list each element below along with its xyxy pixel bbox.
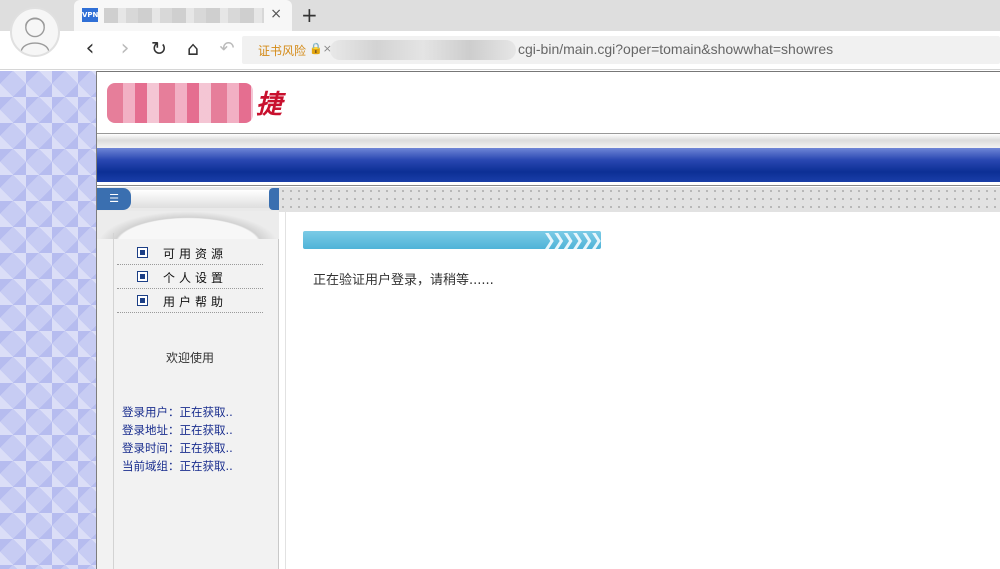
broken-lock-icon: 🔒× bbox=[309, 42, 332, 55]
status-message: 正在验证用户登录，请稍等...... bbox=[313, 273, 494, 288]
info-label: 登录时间： bbox=[122, 441, 180, 455]
info-login-time: 登录时间：正在获取.. bbox=[122, 439, 233, 457]
back-button[interactable]: ‹ bbox=[78, 38, 102, 62]
sidebar-toolbar: ☰ bbox=[97, 187, 279, 211]
progress-arrows-icon: ❯❯❯❯❯❯ bbox=[542, 231, 601, 249]
info-value: 正在获取.. bbox=[179, 405, 233, 419]
forward-button[interactable]: › bbox=[113, 38, 137, 62]
sidebar-menu: 可用资源 个人设置 用户帮助 bbox=[117, 241, 263, 313]
close-tab-icon[interactable]: × bbox=[270, 6, 282, 22]
info-label: 当前域组： bbox=[122, 459, 180, 473]
home-button[interactable]: ⌂ bbox=[181, 38, 205, 62]
logo-text: 捷 bbox=[256, 90, 283, 120]
logo-redacted bbox=[107, 83, 253, 123]
sidebar: 可用资源 个人设置 用户帮助 欢迎使用 登录用户：正在获取.. 登录地址：正在获… bbox=[97, 211, 279, 569]
address-bar[interactable]: 证书风险 🔒× cgi-bin/main.cgi?oper=tomain&sho… bbox=[242, 36, 1000, 64]
content-top-strip bbox=[279, 187, 1000, 212]
menu-item-user-help[interactable]: 用户帮助 bbox=[117, 289, 263, 313]
menu-item-personal-settings[interactable]: 个人设置 bbox=[117, 265, 263, 289]
tab-bar: VPN × + bbox=[0, 0, 1000, 31]
url-text[interactable]: cgi-bin/main.cgi?oper=tomain&showwhat=sh… bbox=[518, 41, 833, 57]
undo-button[interactable]: ↶ bbox=[215, 38, 239, 62]
profile-avatar[interactable] bbox=[10, 7, 60, 57]
square-bullet-icon bbox=[137, 271, 148, 282]
info-login-user: 登录用户：正在获取.. bbox=[122, 403, 233, 421]
sidebar-toggle-icon[interactable]: ☰ bbox=[97, 188, 131, 210]
menu-item-label: 个人设置 bbox=[163, 271, 228, 285]
info-value: 正在获取.. bbox=[179, 459, 233, 473]
menu-item-label: 可用资源 bbox=[163, 247, 228, 261]
navigation-bar: ‹ › ↻ ⌂ ↶ 证书风险 🔒× cgi-bin/main.cgi?oper=… bbox=[0, 31, 1000, 70]
user-avatar-icon bbox=[20, 17, 50, 52]
new-tab-button[interactable]: + bbox=[301, 3, 318, 27]
header-divider bbox=[97, 133, 1000, 148]
blue-banner bbox=[97, 148, 1000, 182]
square-bullet-icon bbox=[137, 295, 148, 306]
page-header: 捷 bbox=[97, 71, 1000, 133]
welcome-text: 欢迎使用 bbox=[165, 351, 214, 365]
sidebar-resize-handle[interactable] bbox=[269, 188, 279, 210]
info-domain-group: 当前域组：正在获取.. bbox=[122, 457, 233, 475]
info-label: 登录地址： bbox=[122, 423, 180, 437]
main-content: ❯❯❯❯❯❯ 正在验证用户登录，请稍等...... bbox=[285, 212, 1000, 569]
info-label: 登录用户： bbox=[122, 405, 180, 419]
info-value: 正在获取.. bbox=[179, 441, 233, 455]
loading-progress-bar: ❯❯❯❯❯❯ bbox=[303, 231, 601, 249]
vpn-favicon-icon: VPN bbox=[82, 8, 98, 22]
reload-button[interactable]: ↻ bbox=[147, 38, 171, 62]
square-bullet-icon bbox=[137, 247, 148, 258]
info-value: 正在获取.. bbox=[179, 423, 233, 437]
menu-item-available-resources[interactable]: 可用资源 bbox=[117, 241, 263, 265]
certificate-warning[interactable]: 证书风险 bbox=[258, 42, 306, 59]
menu-item-label: 用户帮助 bbox=[163, 295, 228, 309]
tab-title-redacted bbox=[104, 8, 264, 23]
browser-tab[interactable]: VPN × bbox=[74, 0, 292, 31]
info-login-address: 登录地址：正在获取.. bbox=[122, 421, 233, 439]
banner-separator bbox=[97, 182, 1000, 186]
background-pattern bbox=[0, 71, 97, 569]
url-host-redacted bbox=[330, 40, 516, 60]
sidebar-rule bbox=[113, 233, 114, 569]
session-info: 登录用户：正在获取.. 登录地址：正在获取.. 登录时间：正在获取.. 当前域组… bbox=[122, 403, 233, 475]
sidebar-toolbar-bar bbox=[131, 190, 269, 208]
sidebar-arch bbox=[97, 211, 279, 239]
